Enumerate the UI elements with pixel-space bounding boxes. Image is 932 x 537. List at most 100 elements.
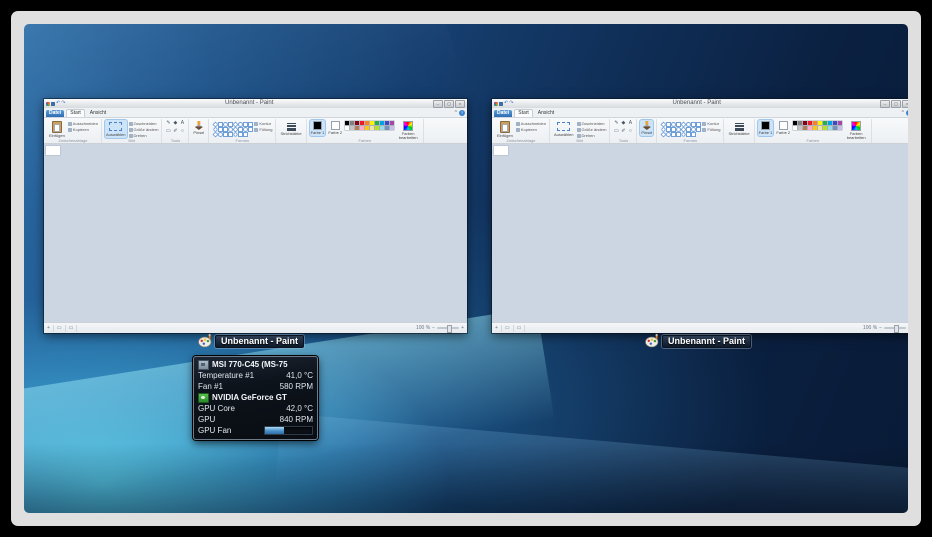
palette-swatch[interactable] — [345, 121, 349, 125]
cut-button[interactable]: Ausschneiden — [516, 121, 546, 126]
canvas[interactable] — [494, 146, 508, 155]
zoom-out-icon[interactable]: − — [432, 325, 435, 331]
preview-label-text[interactable]: Unbenannt - Paint — [215, 335, 304, 348]
zoom-slider-thumb[interactable] — [894, 325, 899, 333]
zoom-out-icon[interactable]: − — [879, 325, 882, 331]
palette-swatch[interactable] — [833, 121, 837, 125]
resize-button[interactable]: Größe ändern — [129, 127, 159, 132]
help-icon[interactable]: ? — [906, 110, 908, 116]
palette-swatch[interactable] — [793, 121, 797, 125]
crop-button[interactable]: Zuschneiden — [577, 121, 607, 126]
shape-lightning-icon[interactable] — [243, 132, 248, 137]
paint-app-icon[interactable] — [494, 102, 498, 106]
palette-swatch[interactable] — [803, 121, 807, 125]
palette-swatch[interactable] — [385, 126, 389, 130]
palette-swatch[interactable] — [833, 126, 837, 130]
close-button[interactable]: × — [455, 100, 465, 108]
palette-swatch[interactable] — [355, 121, 359, 125]
select-button[interactable]: Auswählen — [105, 120, 127, 138]
palette-swatch[interactable] — [803, 126, 807, 130]
tab-file[interactable]: Datei — [494, 110, 512, 117]
fill-button[interactable]: Füllung — [702, 127, 720, 132]
palette-swatch[interactable] — [838, 121, 842, 125]
palette-swatch[interactable] — [375, 121, 379, 125]
select-button[interactable]: Auswählen — [553, 120, 575, 138]
outline-button[interactable]: Kontur — [254, 121, 272, 126]
palette-swatch[interactable] — [813, 126, 817, 130]
pencil-icon[interactable]: ✎ — [165, 120, 171, 127]
palette-swatch[interactable] — [380, 126, 384, 130]
paint-work-area[interactable] — [44, 144, 467, 322]
palette-swatch[interactable] — [813, 121, 817, 125]
palette-swatch[interactable] — [365, 126, 369, 130]
zoom-slider[interactable] — [437, 327, 459, 329]
fill-icon[interactable]: ◆ — [620, 120, 626, 127]
paste-button[interactable]: Einfügen — [48, 120, 66, 139]
copy-button[interactable]: Kopieren — [68, 127, 98, 132]
color2-button[interactable]: Farbe 2 — [775, 120, 791, 136]
paste-button[interactable]: Einfügen — [496, 120, 514, 139]
size-button[interactable]: Strichstärke — [727, 120, 750, 137]
outline-button[interactable]: Kontur — [702, 121, 720, 126]
undo-icon[interactable]: ↶ — [56, 101, 60, 106]
palette-swatch[interactable] — [818, 121, 822, 125]
palette-swatch[interactable] — [808, 121, 812, 125]
palette-swatch[interactable] — [823, 126, 827, 130]
hardware-monitor-gadget[interactable]: MSI 770-C45 (MS-75 Temperature #1 41,0 °… — [193, 356, 318, 440]
color2-button[interactable]: Farbe 2 — [327, 120, 343, 136]
tab-home[interactable]: Start — [514, 109, 533, 117]
shape-star-4-icon[interactable] — [248, 127, 253, 132]
palette-swatch[interactable] — [390, 126, 394, 130]
palette-swatch[interactable] — [823, 121, 827, 125]
paint-window-left[interactable]: ↶ ↷ Unbenannt - Paint – ▢ × Datei Start … — [44, 99, 467, 333]
palette-swatch[interactable] — [360, 121, 364, 125]
maximize-button[interactable]: ▢ — [444, 100, 454, 108]
undo-icon[interactable]: ↶ — [504, 101, 508, 106]
palette-swatch[interactable] — [793, 126, 797, 130]
color-picker-icon[interactable]: ✐ — [172, 128, 178, 135]
palette-swatch[interactable] — [355, 126, 359, 130]
zoom-slider[interactable] — [884, 327, 906, 329]
palette-swatch[interactable] — [345, 126, 349, 130]
color-picker-icon[interactable]: ✐ — [620, 128, 626, 135]
zoom-in-icon[interactable]: + — [461, 325, 464, 331]
magnifier-icon[interactable]: ○ — [627, 128, 633, 135]
size-button[interactable]: Strichstärke — [279, 120, 302, 137]
palette-swatch[interactable] — [798, 121, 802, 125]
crop-button[interactable]: Zuschneiden — [129, 121, 159, 126]
save-icon[interactable] — [499, 102, 503, 106]
cut-button[interactable]: Ausschneiden — [68, 121, 98, 126]
ribbon-collapse-icon[interactable]: ^ — [455, 111, 457, 116]
tab-view[interactable]: Ansicht — [87, 110, 109, 117]
shape-lightning-icon[interactable] — [691, 132, 696, 137]
palette-swatch[interactable] — [828, 121, 832, 125]
fill-icon[interactable]: ◆ — [172, 120, 178, 127]
tab-view[interactable]: Ansicht — [535, 110, 557, 117]
canvas[interactable] — [46, 146, 60, 155]
paint-app-icon[interactable] — [46, 102, 50, 106]
palette-swatch[interactable] — [838, 126, 842, 130]
palette-swatch[interactable] — [360, 126, 364, 130]
resize-button[interactable]: Größe ändern — [577, 127, 607, 132]
paint-window-right[interactable]: ↶ ↷ Unbenannt - Paint – ▢ × Datei Start … — [492, 99, 908, 333]
palette-swatch[interactable] — [370, 121, 374, 125]
palette-swatch[interactable] — [380, 121, 384, 125]
tab-home[interactable]: Start — [66, 109, 85, 117]
zoom-slider-thumb[interactable] — [447, 325, 452, 333]
fill-button[interactable]: Füllung — [254, 127, 272, 132]
color1-button[interactable]: Farbe 1 — [310, 120, 326, 136]
help-icon[interactable]: ? — [459, 110, 465, 116]
eraser-icon[interactable]: ▭ — [613, 128, 619, 135]
palette-swatch[interactable] — [350, 121, 354, 125]
color1-button[interactable]: Farbe 1 — [758, 120, 774, 136]
text-icon[interactable]: A — [179, 120, 185, 127]
pencil-icon[interactable]: ✎ — [613, 120, 619, 127]
magnifier-icon[interactable]: ○ — [179, 128, 185, 135]
redo-icon[interactable]: ↷ — [509, 101, 513, 106]
palette-swatch[interactable] — [808, 126, 812, 130]
taskbar-preview-label-right[interactable]: Unbenannt - Paint — [645, 333, 751, 348]
redo-icon[interactable]: ↷ — [61, 101, 65, 106]
close-button[interactable]: × — [902, 100, 908, 108]
preview-label-text[interactable]: Unbenannt - Paint — [662, 335, 751, 348]
palette-swatch[interactable] — [370, 126, 374, 130]
